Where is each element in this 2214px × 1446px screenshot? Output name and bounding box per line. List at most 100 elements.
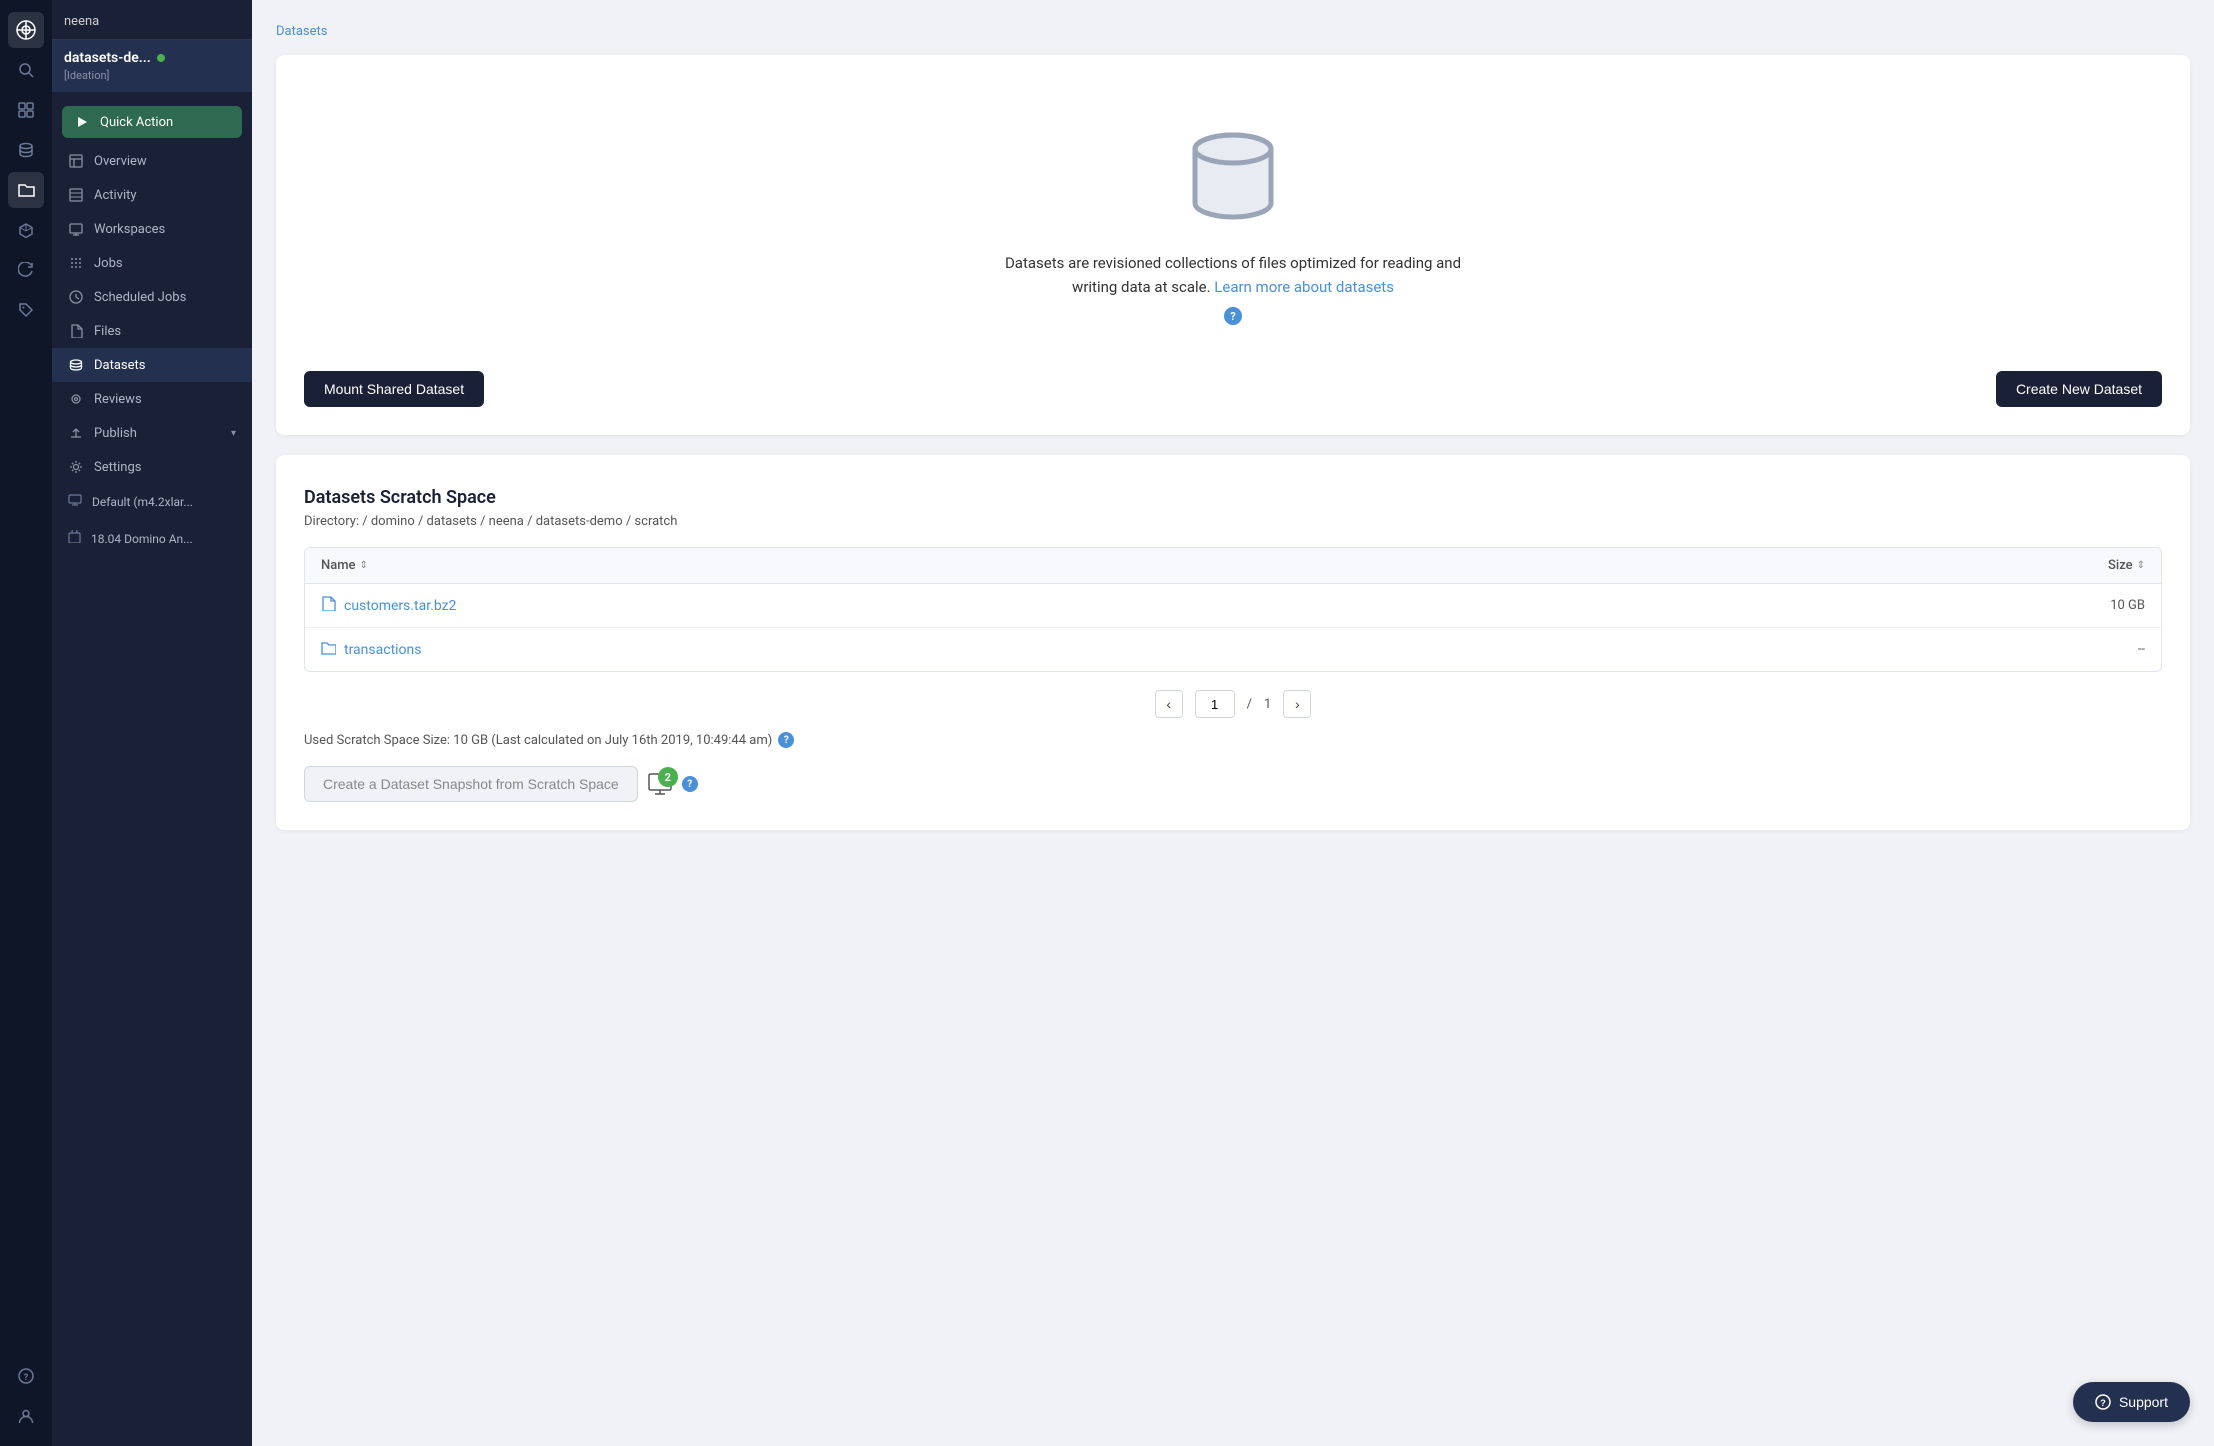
col-name-header[interactable]: Name ⇕	[321, 558, 368, 573]
search-icon-sidebar[interactable]	[8, 52, 44, 88]
sync-icon-sidebar[interactable]	[8, 252, 44, 288]
settings-icon	[68, 459, 84, 475]
file-table: Name ⇕ Size ⇕ customers.	[304, 547, 2162, 672]
publish-icon	[68, 425, 84, 441]
project-name: datasets-de...	[64, 50, 240, 66]
hardware-domino-label: 18.04 Domino An...	[91, 532, 193, 546]
file-table-header: Name ⇕ Size ⇕	[305, 548, 2161, 584]
hero-help-icon[interactable]: ?	[1224, 307, 1242, 325]
table-row: transactions --	[305, 628, 2161, 671]
page-input[interactable]	[1195, 690, 1235, 718]
snapshot-help-icon[interactable]: ?	[682, 776, 698, 792]
quick-action-label: Quick Action	[100, 115, 230, 130]
nav-scheduled-jobs-label: Scheduled Jobs	[94, 290, 236, 305]
folder-icon-transactions	[321, 640, 336, 659]
nav-publish-label: Publish	[94, 426, 221, 441]
nav-workspaces-label: Workspaces	[94, 222, 236, 237]
support-button[interactable]: ? Support	[2073, 1382, 2190, 1422]
support-icon: ?	[2095, 1394, 2111, 1410]
workspaces-icon	[68, 221, 84, 237]
table-row: customers.tar.bz2 10 GB	[305, 584, 2161, 628]
nav-overview-label: Overview	[94, 154, 236, 169]
nav-settings[interactable]: Settings	[52, 450, 252, 484]
user-icon-sidebar[interactable]	[8, 1398, 44, 1434]
sidebar-header: neena	[52, 0, 252, 40]
scratch-help-icon[interactable]: ?	[778, 732, 794, 748]
tag-icon-sidebar[interactable]	[8, 292, 44, 328]
page-prev-button[interactable]: ‹	[1155, 690, 1183, 718]
main-content: Datasets Datasets are revisioned collect…	[252, 0, 2214, 1446]
page-next-button[interactable]: ›	[1283, 690, 1311, 718]
file-link-transactions[interactable]: transactions	[321, 640, 422, 659]
activity-icon	[68, 187, 84, 203]
monitor-badge: 2	[658, 767, 678, 787]
sidebar-username: neena	[64, 14, 99, 29]
scratch-info: Used Scratch Space Size: 10 GB (Last cal…	[304, 732, 2162, 748]
cube-icon-sidebar[interactable]	[8, 212, 44, 248]
sidebar: neena datasets-de... [Ideation] Quick Ac…	[52, 0, 252, 1446]
hardware-domino[interactable]: 18.04 Domino An...	[52, 520, 252, 557]
file-icon-customers	[321, 596, 336, 615]
breadcrumb[interactable]: Datasets	[276, 24, 2190, 39]
hardware-default[interactable]: Default (m4.2xlar...	[52, 484, 252, 520]
icon-sidebar: ?	[0, 0, 52, 1446]
hardware-default-icon	[68, 494, 82, 510]
nav-datasets-label: Datasets	[94, 358, 236, 373]
file-size-transactions: --	[2138, 642, 2145, 657]
scratch-directory: Directory: / domino / datasets / neena /…	[304, 514, 2162, 529]
nav-files[interactable]: Files	[52, 314, 252, 348]
learn-more-link[interactable]: Learn more about datasets	[1214, 278, 1394, 296]
create-new-dataset-button[interactable]: Create New Dataset	[1996, 371, 2162, 407]
page-total: 1	[1264, 697, 1271, 712]
hardware-default-label: Default (m4.2xlar...	[92, 495, 193, 509]
files-icon	[68, 323, 84, 339]
snapshot-row: Create a Dataset Snapshot from Scratch S…	[304, 766, 2162, 802]
nav-settings-label: Settings	[94, 460, 236, 475]
folder-icon-sidebar[interactable]	[8, 172, 44, 208]
jobs-icon	[68, 255, 84, 271]
nav-activity-label: Activity	[94, 188, 236, 203]
page-divider: /	[1247, 697, 1252, 712]
nav-reviews-label: Reviews	[94, 392, 236, 407]
snapshot-button[interactable]: Create a Dataset Snapshot from Scratch S…	[304, 766, 638, 802]
nav-datasets[interactable]: Datasets	[52, 348, 252, 382]
hardware-domino-icon	[68, 530, 81, 547]
scratch-space-card: Datasets Scratch Space Directory: / domi…	[276, 455, 2190, 830]
scratch-title: Datasets Scratch Space	[304, 487, 2162, 508]
nav-quick-action[interactable]: Quick Action	[62, 106, 242, 138]
nav-section: Quick Action Overview Acti	[52, 92, 252, 1446]
nav-jobs-label: Jobs	[94, 256, 236, 271]
file-size-customers: 10 GB	[2110, 598, 2145, 613]
nav-publish[interactable]: Publish ▾	[52, 416, 252, 450]
nav-overview[interactable]: Overview	[52, 144, 252, 178]
size-sort-icon: ⇕	[2137, 560, 2145, 571]
nav-workspaces[interactable]: Workspaces	[52, 212, 252, 246]
project-status-dot	[157, 54, 165, 62]
overview-icon	[68, 153, 84, 169]
reviews-icon	[68, 391, 84, 407]
support-label: Support	[2119, 1394, 2168, 1410]
nav-reviews[interactable]: Reviews	[52, 382, 252, 416]
nav-activity[interactable]: Activity	[52, 178, 252, 212]
hero-card: Datasets are revisioned collections of f…	[276, 55, 2190, 435]
monitor-icon-wrap: 2	[648, 773, 672, 795]
project-tag: [Ideation]	[64, 69, 240, 82]
col-size-header[interactable]: Size ⇕	[2108, 558, 2145, 573]
name-sort-icon: ⇕	[360, 560, 368, 571]
file-link-customers[interactable]: customers.tar.bz2	[321, 596, 456, 615]
nav-jobs[interactable]: Jobs	[52, 246, 252, 280]
play-icon	[74, 114, 90, 130]
hero-description: Datasets are revisioned collections of f…	[993, 251, 1473, 299]
nav-files-label: Files	[94, 324, 236, 339]
project-block[interactable]: datasets-de... [Ideation]	[52, 40, 252, 92]
help-icon-sidebar[interactable]: ?	[8, 1358, 44, 1394]
mount-shared-dataset-button[interactable]: Mount Shared Dataset	[304, 371, 484, 407]
scheduled-jobs-icon	[68, 289, 84, 305]
sidebar-logo[interactable]	[8, 12, 44, 48]
publish-chevron-icon: ▾	[231, 428, 236, 439]
svg-text:?: ?	[2100, 1398, 2106, 1408]
pagination: ‹ / 1 ›	[304, 690, 2162, 718]
grid-icon-sidebar[interactable]	[8, 92, 44, 128]
nav-scheduled-jobs[interactable]: Scheduled Jobs	[52, 280, 252, 314]
database-icon-sidebar[interactable]	[8, 132, 44, 168]
